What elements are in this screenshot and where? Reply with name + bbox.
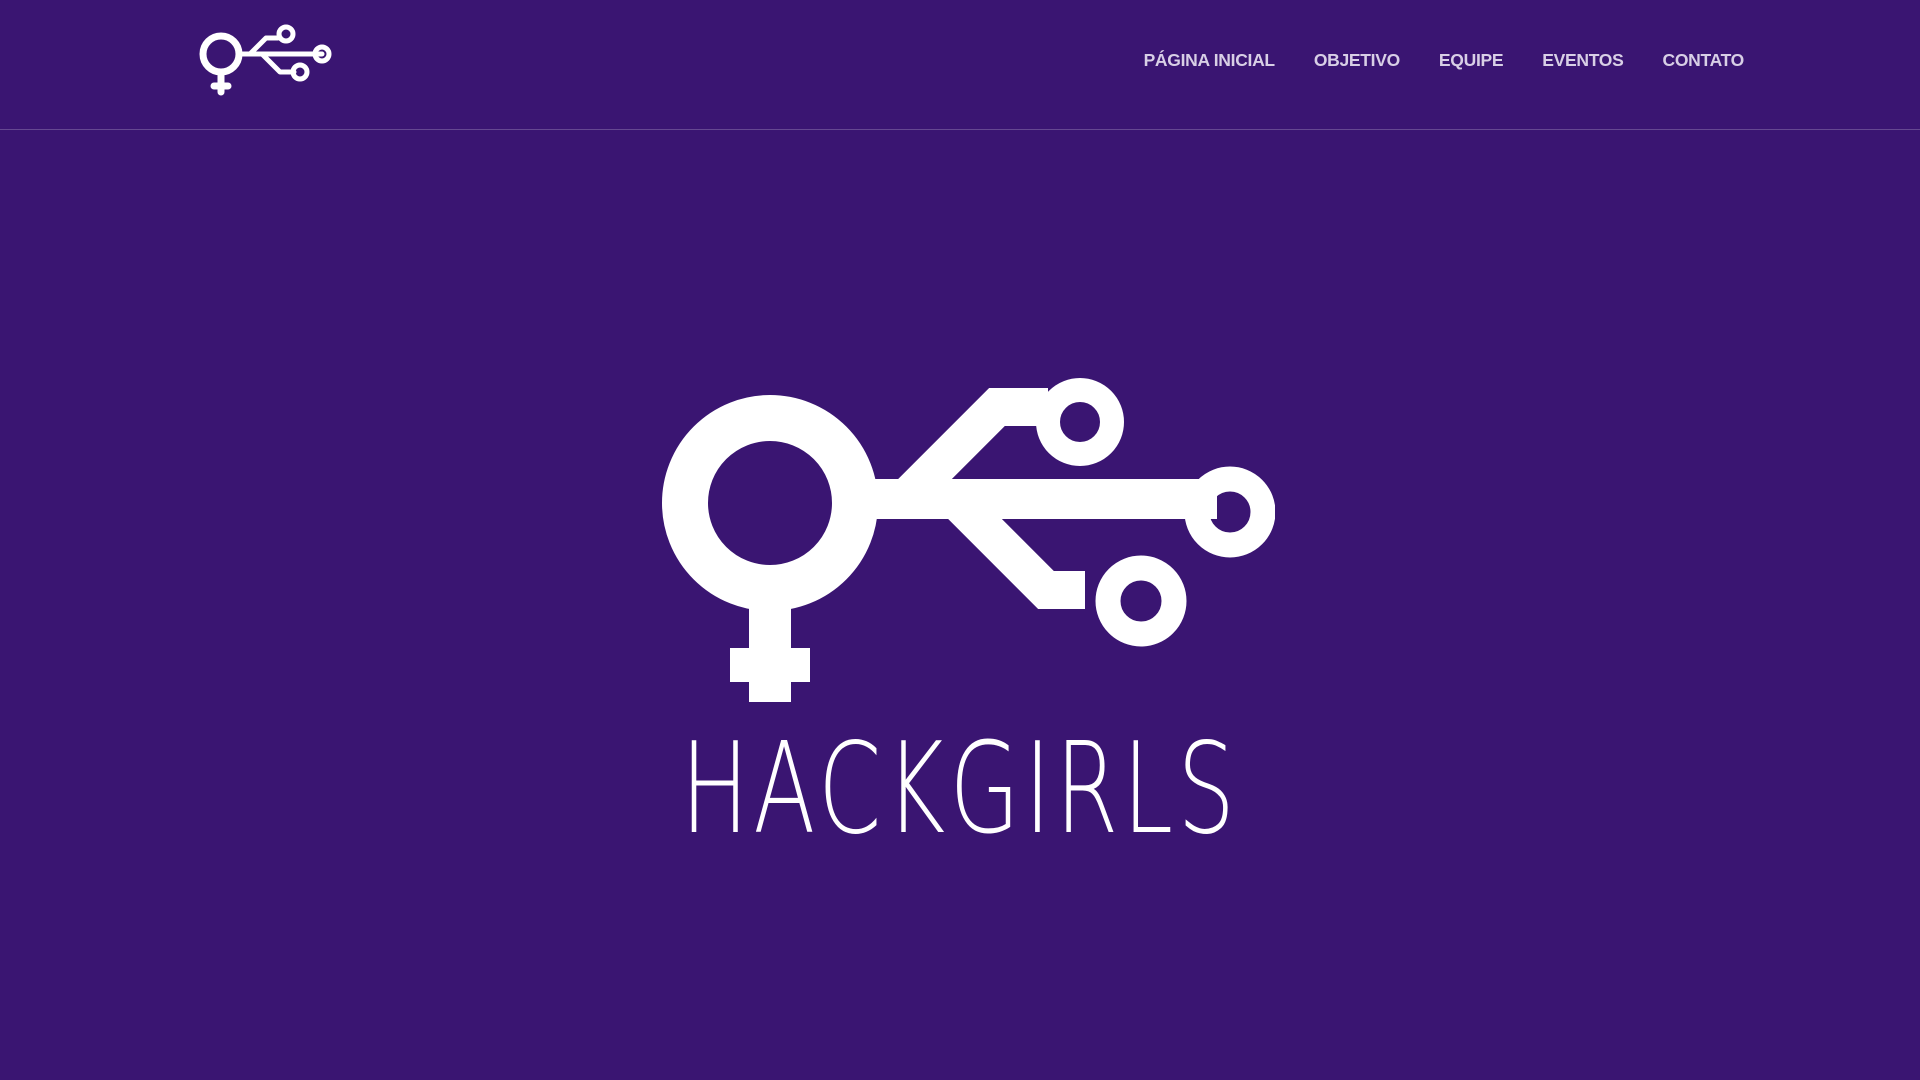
- nav-link-pagina-inicial[interactable]: PÁGINA INICIAL: [1144, 47, 1276, 73]
- hero-logo: [655, 376, 1275, 706]
- nav-link-eventos[interactable]: EVENTOS: [1542, 47, 1624, 73]
- page: PÁGINA INICIAL OBJETIVO EQUIPE EVENTOS C…: [0, 0, 1920, 1080]
- venus-usb-icon: [662, 378, 1275, 702]
- nav-link-objetivo[interactable]: OBJETIVO: [1314, 47, 1400, 73]
- header-logo-link[interactable]: [196, 22, 336, 102]
- nav-link-equipe[interactable]: EQUIPE: [1439, 47, 1504, 73]
- main-navigation: PÁGINA INICIAL OBJETIVO EQUIPE EVENTOS C…: [1144, 47, 1745, 73]
- nav-link-contato[interactable]: CONTATO: [1662, 47, 1744, 73]
- site-header: PÁGINA INICIAL OBJETIVO EQUIPE EVENTOS C…: [0, 0, 1920, 130]
- hackgirls-wordmark: HACKGIRLS: [680, 715, 1240, 862]
- venus-usb-icon: [199, 24, 332, 96]
